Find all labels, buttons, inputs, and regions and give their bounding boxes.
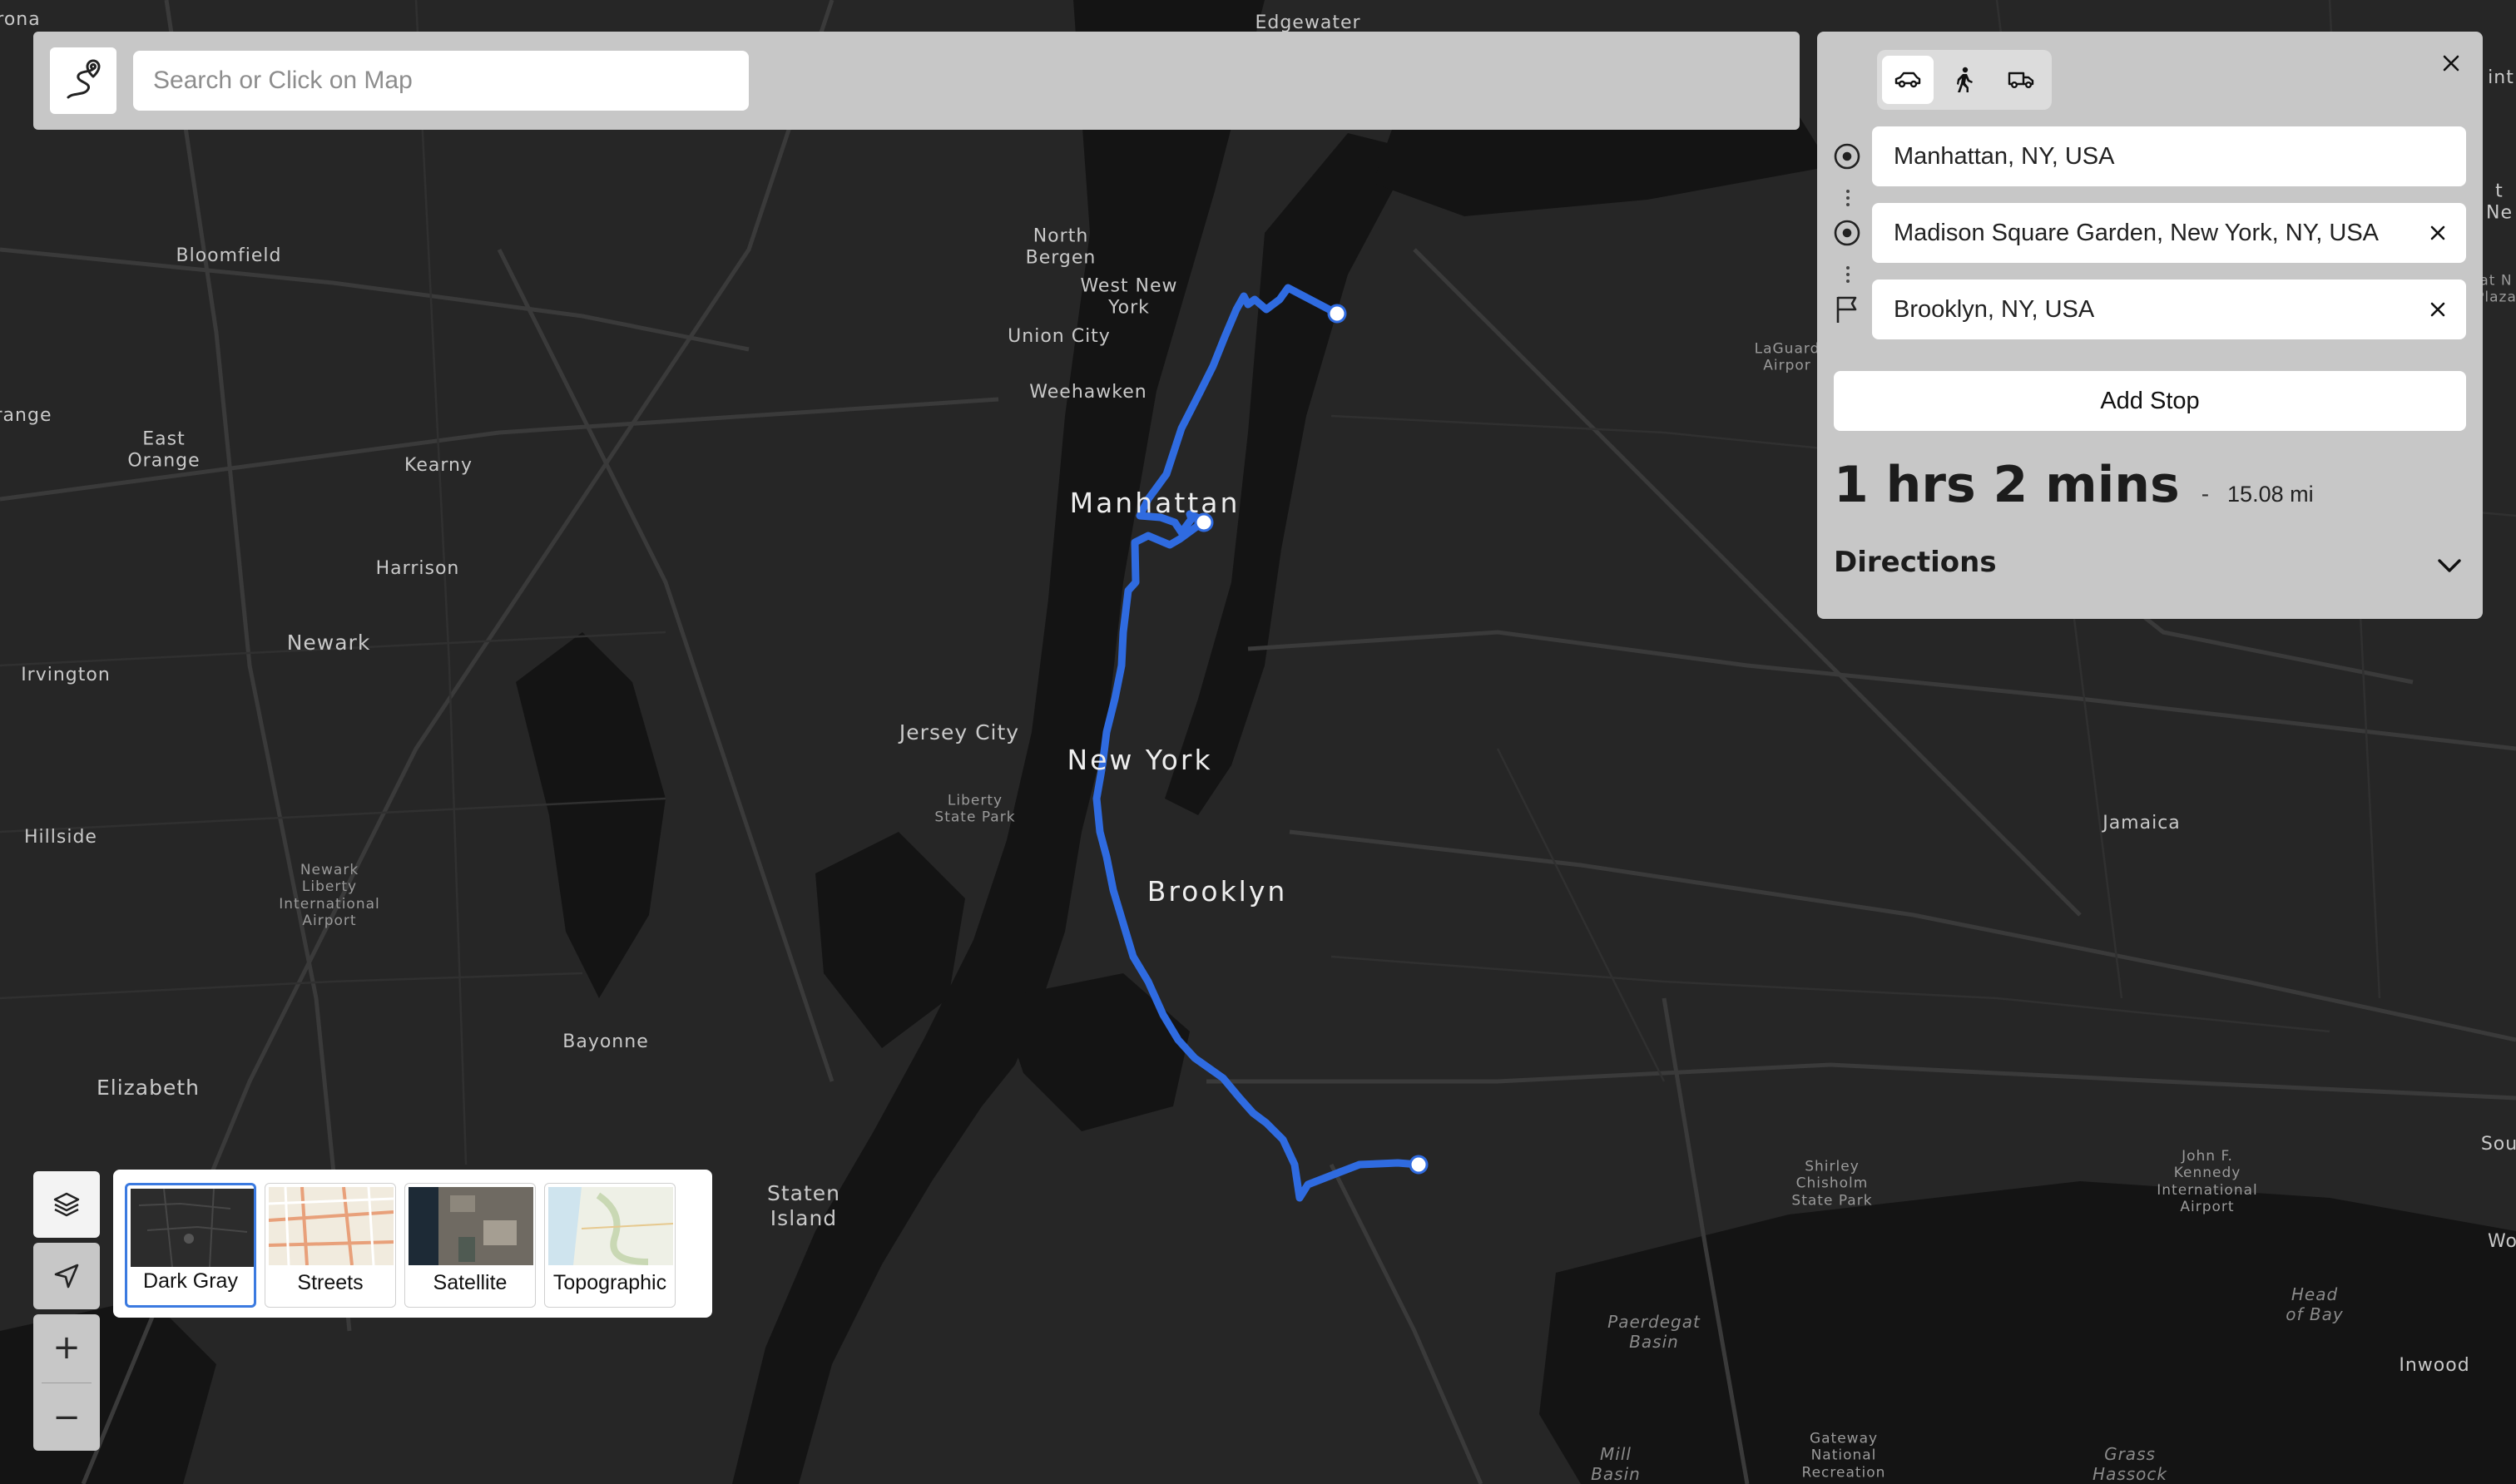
basemap-topographic[interactable]: Topographic <box>544 1183 676 1308</box>
summary-separator: - <box>2201 481 2210 507</box>
search-bar <box>33 32 1800 130</box>
basemap-thumbnail <box>548 1187 673 1265</box>
stop-input-origin[interactable]: Manhattan, NY, USA <box>1872 126 2466 186</box>
route-panel: Manhattan, NY, USA Madison Square Garden… <box>1817 32 2483 619</box>
route-distance: 15.08 mi <box>2227 482 2314 507</box>
route-duration: 1 hrs 2 mins <box>1834 456 2180 514</box>
search-input[interactable] <box>133 51 749 111</box>
zoom-out-button[interactable]: − <box>33 1384 100 1451</box>
route-stop-marker[interactable] <box>1327 304 1347 324</box>
basemap-thumbnail <box>131 1189 254 1267</box>
directions-label: Directions <box>1834 546 1997 579</box>
zoom-controls: + − <box>33 1314 100 1451</box>
basemap-label: Streets <box>297 1271 364 1294</box>
add-stop-button[interactable]: Add Stop <box>1834 371 2466 431</box>
basemap-label: Topographic <box>552 1271 667 1294</box>
zoom-in-button[interactable]: + <box>33 1314 100 1381</box>
basemap-thumbnail <box>269 1187 394 1265</box>
circle-target-icon <box>1832 218 1862 248</box>
route-stop-marker[interactable] <box>1409 1155 1429 1175</box>
route-summary: 1 hrs 2 mins - 15.08 mi <box>1834 456 2314 514</box>
stop-input-destination[interactable]: Brooklyn, NY, USA <box>1872 279 2466 339</box>
clear-x-icon[interactable] <box>2423 294 2453 324</box>
stop-input-waypoint[interactable]: Madison Square Garden, New York, NY, USA <box>1872 203 2466 263</box>
basemap-dark-gray[interactable]: Dark Gray <box>125 1183 256 1308</box>
route-stop-marker[interactable] <box>1194 512 1214 532</box>
flag-icon <box>1832 294 1862 324</box>
navigation-arrow-icon[interactable] <box>33 1243 100 1309</box>
basemap-thumbnail <box>409 1187 533 1265</box>
truck-icon[interactable] <box>1995 56 2047 104</box>
route-logo-icon[interactable] <box>50 47 116 114</box>
basemap-label: Dark Gray <box>143 1269 238 1293</box>
basemap-label: Satellite <box>433 1271 508 1294</box>
chevron-down-icon <box>2433 549 2466 582</box>
stop-row-destination: Brooklyn, NY, USA <box>1817 279 2483 339</box>
clear-x-icon[interactable] <box>2423 218 2453 248</box>
travel-mode-tabs <box>1877 50 2052 110</box>
stop-row-origin: Manhattan, NY, USA <box>1817 126 2483 186</box>
basemap-gallery: Dark Gray Streets Satellite Topographic <box>113 1170 712 1318</box>
directions-toggle[interactable]: Directions <box>1834 541 2466 586</box>
stop-row-waypoint: Madison Square Garden, New York, NY, USA <box>1817 203 2483 263</box>
walk-icon[interactable] <box>1939 56 1990 104</box>
car-icon[interactable] <box>1882 56 1934 104</box>
circle-target-icon <box>1832 141 1862 171</box>
layers-icon[interactable] <box>33 1171 100 1238</box>
basemap-satellite[interactable]: Satellite <box>404 1183 536 1308</box>
close-icon[interactable] <box>2434 47 2468 80</box>
basemap-streets[interactable]: Streets <box>265 1183 396 1308</box>
